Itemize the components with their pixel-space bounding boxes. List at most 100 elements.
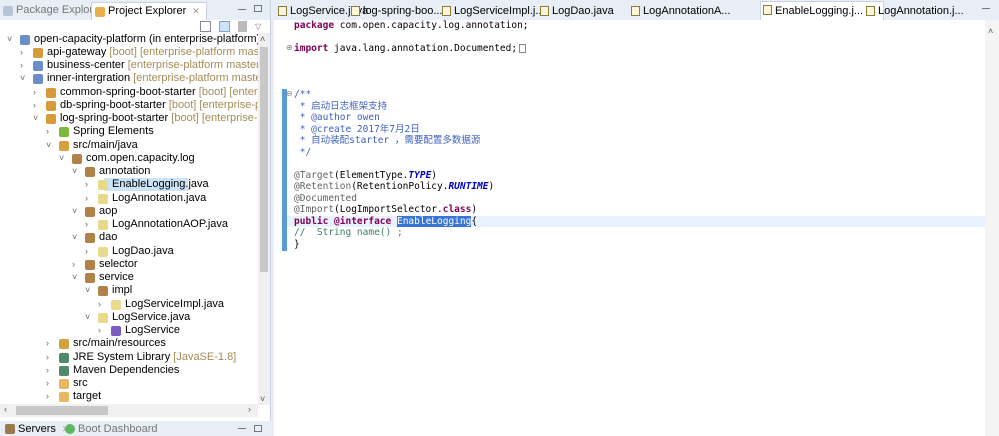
chevron-right-icon[interactable]: › <box>33 99 43 112</box>
tree-item-label: Spring Elements <box>73 125 154 138</box>
chevron-right-icon[interactable]: › <box>46 337 56 350</box>
editor-tab[interactable]: LogAnnotation.j... <box>864 3 964 20</box>
tree-item-label: business-center [enterprise-platform mas… <box>47 59 258 72</box>
maximize-icon[interactable] <box>254 425 262 432</box>
scrollbar-thumb[interactable] <box>260 47 268 272</box>
project-tree: ˅ open-capacity-platform (in enterprise-p… <box>0 32 258 404</box>
tree-item-label: selector <box>99 258 138 271</box>
package-icon <box>85 233 95 244</box>
scrollbar-thumb[interactable] <box>16 406 108 415</box>
item-name: EnableLogging.java <box>112 178 209 191</box>
item-name: Maven Dependencies <box>73 363 180 376</box>
package-icon <box>85 259 95 270</box>
item-name: LogServiceImpl.java <box>125 297 225 310</box>
fold-expand-icon[interactable]: ⊕ <box>286 43 293 52</box>
close-icon[interactable]: ✕ <box>192 6 200 16</box>
chevron-down-icon[interactable]: ˅ <box>20 72 30 85</box>
tree-item-label: impl <box>112 284 132 297</box>
tree-vertical-scrollbar[interactable]: ˄ ˅ <box>258 33 270 405</box>
package-explorer-icon <box>3 6 13 16</box>
code-line: package com.open.capacity.log.annotation… <box>294 20 529 31</box>
item-name: com.open.capacity.log <box>86 151 195 164</box>
item-name: target <box>73 390 102 403</box>
code-line: /** <box>294 89 312 100</box>
project-icon <box>20 34 30 45</box>
item-name: service <box>99 271 134 283</box>
folded-marker-icon <box>519 44 527 53</box>
collapse-all-icon[interactable] <box>200 21 211 32</box>
item-name: open-capacity-platform (in enterprise-pl… <box>34 32 258 45</box>
chevron-down-icon[interactable]: ˅ <box>33 112 43 125</box>
chevron-right-icon[interactable]: › <box>85 178 95 191</box>
code-editor[interactable]: LogService.java log-spring-boo... LogServi… <box>274 0 999 436</box>
pom-file-icon <box>351 6 360 16</box>
tree-item[interactable]: › EnableLogging.java <box>85 178 209 192</box>
chevron-right-icon[interactable]: › <box>46 351 56 364</box>
link-with-editor-icon[interactable] <box>219 21 230 32</box>
item-name: log-spring-boot-starter <box>60 112 169 124</box>
item-name: dao <box>99 231 118 244</box>
tab-project-explorer[interactable]: Project Explorer ✕ <box>91 2 207 20</box>
view-menu-icon[interactable]: ▽ <box>255 21 266 32</box>
chevron-right-icon[interactable]: › <box>85 245 95 258</box>
chevron-down-icon[interactable]: ˅ <box>59 152 69 165</box>
chevron-right-icon[interactable]: › <box>46 377 56 390</box>
package-icon <box>98 286 108 297</box>
tree-item-label: aop <box>99 205 117 218</box>
current-code-line: public @interface EnableLogging{ <box>287 215 987 227</box>
filters-icon[interactable] <box>238 21 247 32</box>
chevron-right-icon[interactable]: › <box>98 324 108 337</box>
tree-horizontal-scrollbar[interactable]: ‹ › <box>0 404 258 417</box>
chevron-down-icon[interactable]: ˅ <box>72 231 82 244</box>
minimize-icon[interactable] <box>238 428 246 430</box>
chevron-right-icon[interactable]: › <box>85 218 95 231</box>
editor-tab[interactable]: LogServiceImpl.j... <box>440 3 544 20</box>
chevron-down-icon[interactable]: ˅ <box>72 205 82 218</box>
maximize-icon[interactable] <box>254 5 262 12</box>
chevron-down-icon[interactable]: ˅ <box>72 165 82 178</box>
java-file-icon <box>278 6 287 16</box>
library-icon <box>59 365 69 376</box>
chevron-down-icon[interactable]: ˅ <box>85 311 95 324</box>
java-file-icon <box>631 6 640 16</box>
java-file-icon <box>98 220 108 230</box>
chevron-right-icon[interactable]: › <box>85 192 95 205</box>
editor-vertical-scrollbar[interactable]: ˄ <box>985 20 999 436</box>
tree-item-label: LogAnnotationAOP.java <box>112 218 228 231</box>
item-name: LogAnnotationAOP.java <box>112 218 228 230</box>
code-line: * @create 2017年7月2日 <box>294 123 420 135</box>
minimize-icon[interactable] <box>238 9 246 11</box>
editor-tab[interactable]: LogAnnotationA... <box>629 3 730 20</box>
java-file-icon <box>98 312 108 323</box>
chevron-down-icon[interactable]: ˅ <box>85 284 95 297</box>
folder-icon <box>59 379 69 389</box>
chevron-right-icon[interactable]: › <box>20 46 30 59</box>
tab-boot-dashboard[interactable]: Boot Dashboard <box>62 422 158 436</box>
chevron-right-icon[interactable]: › <box>33 86 43 99</box>
tab-label: Servers <box>18 423 56 435</box>
tree-item-label: src/main/resources <box>73 337 166 350</box>
chevron-right-icon[interactable]: › <box>72 258 82 271</box>
chevron-right-icon[interactable]: › <box>46 390 56 403</box>
code-line: @Import(LogImportSelector.class) <box>294 204 478 215</box>
code-line: @Target(ElementType.TYPE) <box>294 169 438 181</box>
library-icon <box>59 352 69 363</box>
bottom-panel-tabs: Servers✕ Boot Dashboard <box>0 421 271 436</box>
fold-collapse-icon[interactable]: ⊖ <box>286 89 293 98</box>
chevron-down-icon[interactable]: ˅ <box>7 33 17 46</box>
chevron-down-icon[interactable]: ˅ <box>46 139 56 152</box>
java-file-icon <box>442 6 451 16</box>
tree-item-label: EnableLogging.java <box>112 178 209 191</box>
editor-tab[interactable]: log-spring-boo... <box>349 3 443 20</box>
source-folder-icon <box>59 339 69 350</box>
chevron-right-icon[interactable]: › <box>46 125 56 138</box>
code-line: import java.lang.annotation.Documented; <box>294 43 527 55</box>
java-file-icon <box>866 6 875 16</box>
chevron-down-icon[interactable]: ˅ <box>72 271 82 284</box>
editor-tab[interactable]: LogDao.java <box>538 3 614 20</box>
tab-servers[interactable]: Servers✕ <box>2 422 69 436</box>
chevron-right-icon[interactable]: › <box>98 298 108 311</box>
chevron-right-icon[interactable]: › <box>46 364 56 377</box>
chevron-right-icon[interactable]: › <box>20 59 30 72</box>
minimize-icon[interactable] <box>982 8 990 10</box>
